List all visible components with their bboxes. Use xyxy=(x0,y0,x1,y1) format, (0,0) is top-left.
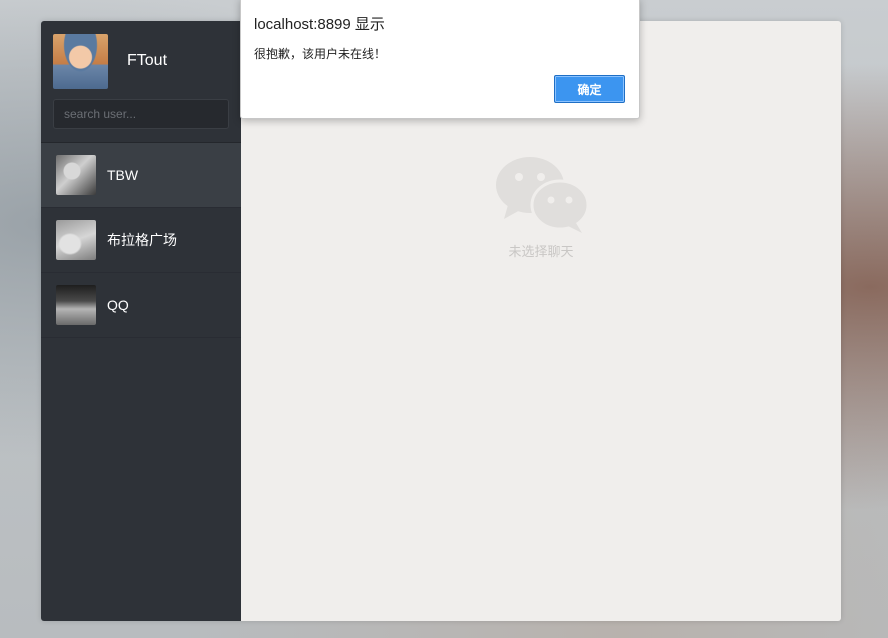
dialog-title: localhost:8899 显示 xyxy=(254,16,385,33)
contact-avatar xyxy=(56,155,96,195)
ok-button[interactable]: 确定 xyxy=(554,75,625,103)
alert-dialog: localhost:8899 显示 很抱歉，该用户未在线！ 确定 xyxy=(240,0,640,119)
contact-list: TBW 布拉格广场 QQ xyxy=(41,142,241,338)
user-profile: FTout xyxy=(41,21,241,89)
empty-state: 未选择聊天 xyxy=(241,155,841,260)
contact-item-prague-square[interactable]: 布拉格广场 xyxy=(41,208,241,273)
contact-item-qq[interactable]: QQ xyxy=(41,273,241,338)
empty-state-text: 未选择聊天 xyxy=(508,244,574,259)
contact-item-tbw[interactable]: TBW xyxy=(41,143,241,208)
search-bar xyxy=(41,89,241,129)
sidebar: FTout TBW 布拉格广场 QQ xyxy=(41,21,241,621)
dialog-message: 很抱歉，该用户未在线！ xyxy=(254,47,387,61)
contact-avatar xyxy=(56,220,96,260)
user-name: FTout xyxy=(127,52,168,69)
contact-name: QQ xyxy=(107,297,129,313)
contact-avatar xyxy=(56,285,96,325)
search-input[interactable] xyxy=(53,99,229,129)
contact-name: 布拉格广场 xyxy=(107,232,177,248)
wechat-icon xyxy=(496,157,590,233)
contact-name: TBW xyxy=(107,167,139,183)
user-avatar[interactable] xyxy=(53,33,108,89)
